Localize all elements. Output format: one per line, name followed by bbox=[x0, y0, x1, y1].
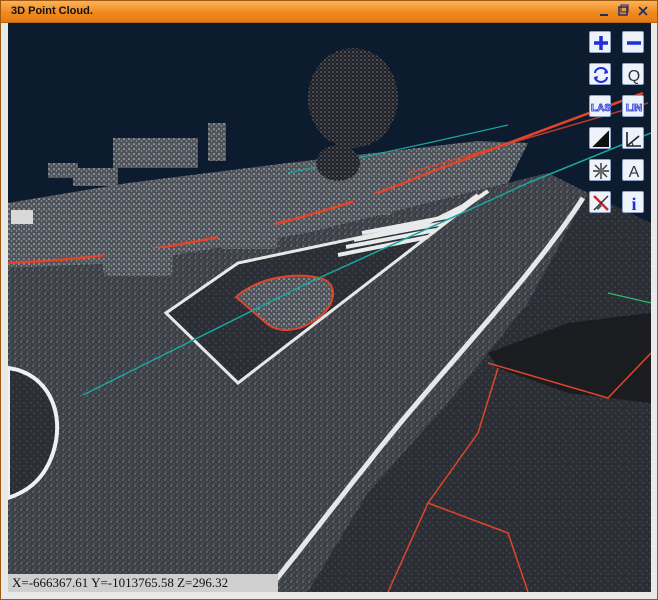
clear-icon bbox=[593, 195, 609, 211]
explode-button[interactable] bbox=[589, 159, 611, 181]
minus-icon bbox=[627, 41, 641, 45]
info-button[interactable]: i bbox=[622, 191, 644, 214]
point-cloud-window: 3D Point Cloud. Q LAS LIN A i X=-666367.… bbox=[0, 0, 658, 600]
las-button[interactable]: LAS bbox=[589, 95, 612, 117]
minimize-icon[interactable] bbox=[597, 4, 611, 18]
explode-icon bbox=[593, 163, 609, 179]
window-title: 3D Point Cloud. bbox=[11, 5, 93, 17]
point-cloud-scene[interactable] bbox=[8, 23, 651, 592]
query-button[interactable]: Q bbox=[622, 63, 644, 85]
title-bar[interactable]: 3D Point Cloud. bbox=[1, 1, 657, 23]
annotate-button[interactable]: A bbox=[622, 159, 644, 181]
maximize-icon[interactable] bbox=[616, 4, 630, 18]
plus-icon bbox=[594, 36, 608, 50]
svg-text:i: i bbox=[631, 194, 636, 214]
rotate-icon bbox=[594, 67, 608, 83]
breakline-upper-2 bbox=[407, 102, 649, 174]
shrub bbox=[316, 145, 360, 181]
point-cloud-viewport[interactable]: Q LAS LIN A i X=-666367.61 Y=-1013765.58… bbox=[8, 23, 651, 592]
close-icon[interactable] bbox=[636, 4, 650, 18]
text-a-icon: A bbox=[629, 164, 640, 181]
window-bottom-edge bbox=[1, 592, 657, 599]
svg-text:LIN: LIN bbox=[626, 103, 642, 114]
las-icon: LAS bbox=[591, 103, 612, 115]
svg-text:LAS: LAS bbox=[591, 103, 611, 114]
contrast-icon bbox=[592, 130, 610, 148]
zoom-out-button[interactable] bbox=[622, 31, 644, 53]
coordinate-readout: X=-666367.61 Y=-1013765.58 Z=296.32 bbox=[8, 574, 278, 592]
angle-icon bbox=[626, 132, 641, 147]
q-icon: Q bbox=[628, 68, 640, 85]
rotate-button[interactable] bbox=[589, 63, 611, 85]
shade-button[interactable] bbox=[589, 127, 611, 149]
zoom-in-button[interactable] bbox=[589, 31, 611, 53]
road-sign bbox=[11, 210, 33, 224]
clear-button[interactable] bbox=[589, 191, 611, 213]
tree bbox=[308, 48, 398, 148]
info-icon: i bbox=[631, 194, 636, 214]
svg-text:A: A bbox=[629, 164, 640, 181]
svg-text:Q: Q bbox=[628, 68, 640, 85]
lin-button[interactable]: LIN bbox=[622, 95, 644, 117]
lin-icon: LIN bbox=[626, 103, 643, 115]
angle-button[interactable] bbox=[622, 127, 644, 149]
